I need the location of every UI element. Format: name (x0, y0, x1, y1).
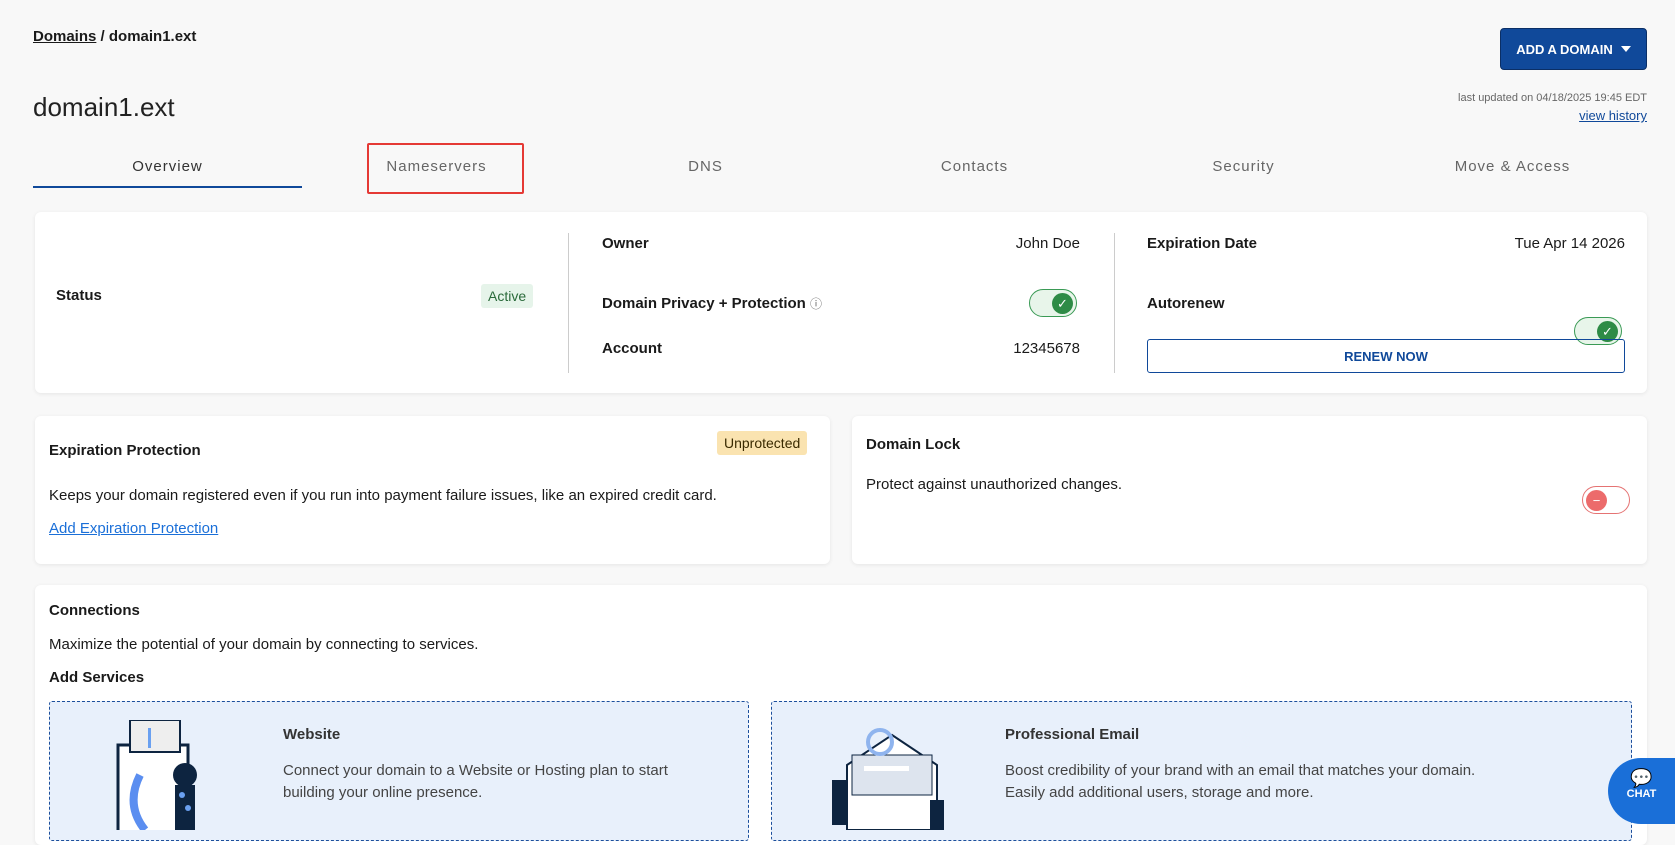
email-illustration-icon (832, 728, 944, 830)
page-title: domain1.ext (33, 92, 175, 122)
breadcrumb: Domains / domain1.ext (33, 28, 196, 45)
chat-bubble-icon: 💬 (1630, 768, 1653, 788)
domain-lock-title: Domain Lock (866, 436, 961, 453)
privacy-label-text: Domain Privacy + Protection (602, 295, 806, 312)
email-title: Professional Email (1005, 726, 1140, 743)
account-label: Account (602, 340, 662, 357)
last-updated: last updated on 04/18/2025 19:45 EDT (1458, 92, 1647, 104)
autorenew-label: Autorenew (1147, 295, 1225, 312)
caret-down-icon (1620, 46, 1631, 52)
info-icon[interactable]: ⓘ (810, 297, 822, 311)
connections-description: Maximize the potential of your domain by… (49, 636, 479, 653)
website-description: Connect your domain to a Website or Host… (283, 762, 668, 801)
tab-dns[interactable]: DNS (571, 150, 840, 188)
breadcrumb-separator: / (96, 28, 109, 45)
add-expiration-protection-link[interactable]: Add Expiration Protection (49, 520, 218, 537)
chat-label: CHAT (1626, 788, 1657, 800)
expiration-protection-title: Expiration Protection (49, 442, 201, 459)
tab-bar: Overview Nameservers DNS Contacts Securi… (33, 150, 1647, 188)
domain-lock-description: Protect against unauthorized changes. (866, 476, 1123, 493)
add-services-label: Add Services (49, 669, 145, 686)
owner-label: Owner (602, 235, 649, 252)
connections-title: Connections (49, 602, 140, 619)
account-value: 12345678 (1013, 340, 1080, 357)
website-title: Website (283, 726, 341, 743)
domain-lock-toggle[interactable]: − (1582, 486, 1630, 514)
tab-move-access[interactable]: Move & Access (1378, 150, 1647, 188)
owner-value: John Doe (1015, 235, 1080, 252)
renew-now-button[interactable]: RENEW NOW (1147, 339, 1625, 373)
email-description: Boost credibility of your brand with an … (1005, 762, 1476, 801)
breadcrumb-current: domain1.ext (108, 28, 197, 45)
expiration-label: Expiration Date (1147, 235, 1258, 252)
view-history-link[interactable]: view history (1579, 108, 1647, 123)
highlight-box (367, 143, 524, 194)
add-domain-button[interactable]: ADD A DOMAIN (1500, 28, 1647, 70)
tab-security[interactable]: Security (1109, 150, 1378, 188)
website-service-card[interactable]: Website Connect your domain to a Website… (49, 701, 749, 841)
chat-button[interactable]: 💬 CHAT (1608, 758, 1675, 824)
tab-contacts[interactable]: Contacts (840, 150, 1109, 188)
add-domain-label: ADD A DOMAIN (1516, 41, 1613, 57)
email-service-card[interactable]: Professional Email Boost credibility of … (771, 701, 1632, 841)
divider (1114, 233, 1115, 373)
minus-icon: − (1586, 490, 1607, 511)
website-illustration-icon (116, 720, 197, 830)
expiration-protection-description: Keeps your domain registered even if you… (49, 487, 717, 504)
expiration-value: Tue Apr 14 2026 (1514, 235, 1625, 252)
breadcrumb-domains-link[interactable]: Domains (33, 28, 96, 45)
tab-overview[interactable]: Overview (33, 150, 302, 188)
privacy-label: Domain Privacy + Protection ⓘ (602, 295, 822, 312)
status-badge: Active (481, 284, 534, 308)
unprotected-badge: Unprotected (717, 431, 808, 455)
privacy-toggle[interactable]: ✓ (1029, 289, 1077, 317)
status-label: Status (56, 287, 102, 304)
divider (568, 233, 569, 373)
check-icon: ✓ (1052, 293, 1073, 314)
